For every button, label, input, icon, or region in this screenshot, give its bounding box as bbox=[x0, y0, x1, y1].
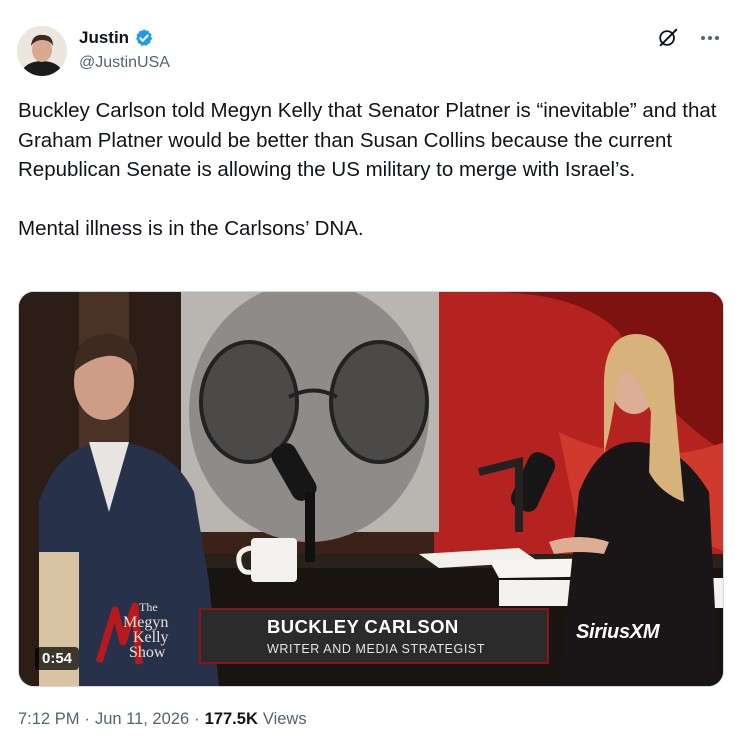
show-logo-show: Show bbox=[129, 644, 166, 661]
views-label: Views bbox=[262, 710, 307, 728]
show-logo-megyn: Megyn bbox=[123, 614, 169, 631]
tweet-actions-top bbox=[656, 26, 722, 50]
lower-third-banner: BUCKLEY CARLSON WRITER AND MEDIA STRATEG… bbox=[199, 608, 549, 664]
author-handle[interactable]: @JustinUSA bbox=[79, 54, 170, 72]
more-icon[interactable] bbox=[698, 26, 722, 50]
lower-third-title: WRITER AND MEDIA STRATEGIST bbox=[267, 642, 486, 656]
tweet: Justin @JustinUSA Buckley Carlson told M… bbox=[0, 0, 740, 750]
tweet-date[interactable]: Jun 11, 2026 bbox=[95, 710, 189, 729]
video-player[interactable]: The Megyn Kelly Show BUCKLEY CARLSON WRI… bbox=[18, 291, 724, 687]
tweet-time[interactable]: 7:12 PM bbox=[18, 710, 79, 729]
show-logo: The Megyn Kelly Show bbox=[123, 600, 203, 661]
grok-icon[interactable] bbox=[656, 26, 680, 50]
video-duration-badge: 0:54 bbox=[35, 647, 80, 670]
views-count[interactable]: 177.5K bbox=[205, 710, 258, 729]
tweet-paragraph: Mental illness is in the Carlsons’ DNA. bbox=[18, 217, 364, 240]
verified-badge-icon bbox=[134, 28, 154, 48]
show-logo-kelly: Kelly bbox=[133, 629, 169, 646]
meta-separator: · bbox=[194, 710, 200, 728]
author-name-row: Justin bbox=[79, 28, 154, 48]
show-logo-the: The bbox=[139, 600, 158, 614]
tweet-paragraph: Buckley Carlson told Megyn Kelly that Se… bbox=[18, 99, 717, 181]
meta-separator: · bbox=[84, 710, 90, 728]
tweet-text: Buckley Carlson told Megyn Kelly that Se… bbox=[18, 96, 728, 244]
siriusxm-logo: SiriusXM bbox=[576, 621, 660, 643]
tweet-meta: 7:12 PM · Jun 11, 2026 · 177.5K Views bbox=[18, 710, 307, 729]
lower-third-name: BUCKLEY CARLSON bbox=[267, 616, 459, 637]
avatar[interactable] bbox=[17, 26, 67, 76]
author-name[interactable]: Justin bbox=[79, 28, 129, 48]
